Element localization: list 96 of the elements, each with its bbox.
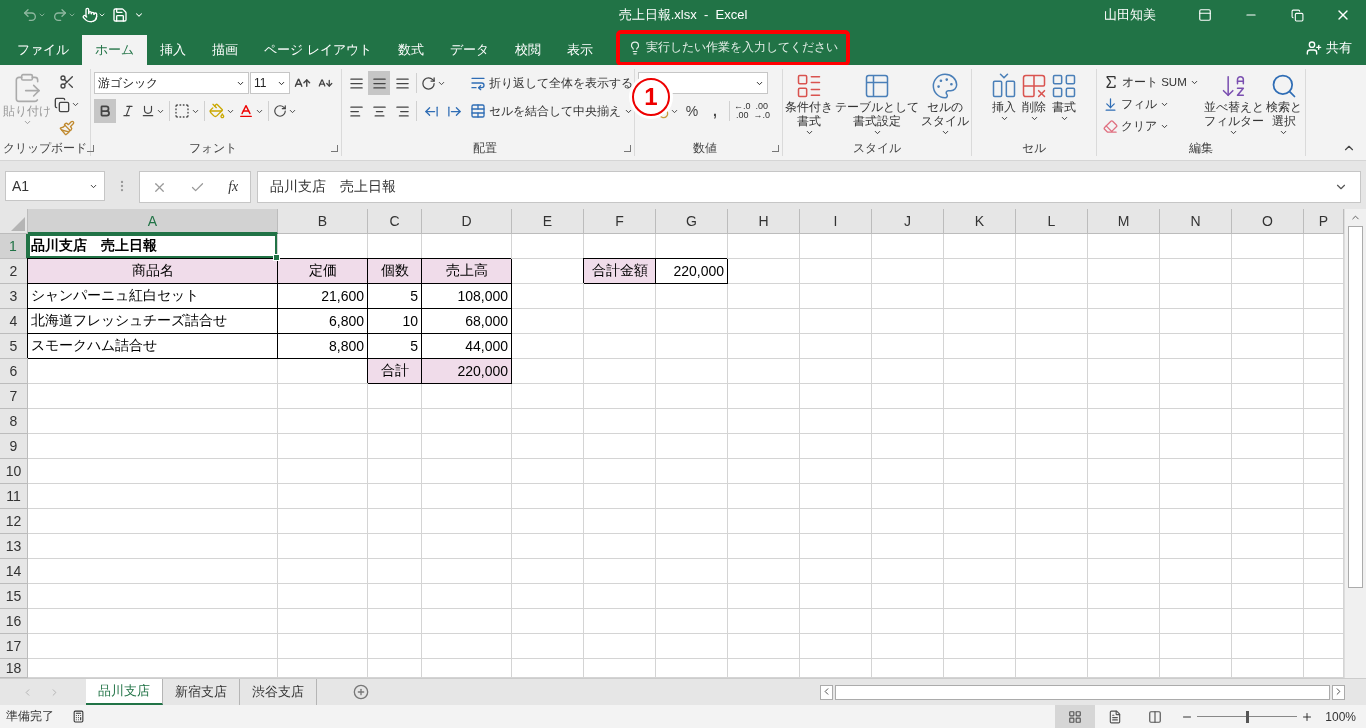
table-cell[interactable]: 5 <box>368 284 422 309</box>
row-header[interactable]: 14 <box>0 559 28 584</box>
group-label: セル <box>1021 141 1047 156</box>
formula-field[interactable]: 品川支店 売上日報 <box>257 171 1361 203</box>
ribbon-tab[interactable]: 挿入 <box>147 35 199 65</box>
table-cell[interactable]: 220,000 <box>422 359 512 384</box>
group-label: 配置 <box>471 141 498 156</box>
sort-filter-button[interactable]: 並べ替えと フィルター <box>1203 71 1264 138</box>
status-text: 準備完了 <box>6 708 54 725</box>
row-header[interactable]: 8 <box>0 409 28 434</box>
column-header[interactable]: B <box>278 209 368 234</box>
table-cell[interactable]: 10 <box>368 309 422 334</box>
column-header[interactable]: A <box>28 209 278 234</box>
header-cell[interactable]: 個数 <box>368 259 422 284</box>
table-cell[interactable]: シャンパーニュ紅白セット <box>28 284 278 309</box>
ribbon-button[interactable]: テーブルとして 書式設定 <box>835 71 919 138</box>
column-header[interactable]: L <box>1016 209 1088 234</box>
name-box[interactable]: A1 <box>5 171 105 201</box>
column-header[interactable]: E <box>512 209 584 234</box>
table-cell[interactable]: 品川支店 売上日報 <box>28 234 278 259</box>
table-cell[interactable]: スモークハム詰合せ <box>28 334 278 359</box>
comma-button[interactable]: , <box>704 99 726 123</box>
row-header[interactable]: 10 <box>0 459 28 484</box>
step-number-badge: 1 <box>632 78 670 116</box>
zoom-level: 100% <box>1325 709 1356 724</box>
group-label: 数値 <box>692 141 718 156</box>
ribbon-tab[interactable]: 校閲 <box>501 35 554 65</box>
header-cell[interactable]: 売上高 <box>422 259 512 284</box>
column-header[interactable]: C <box>368 209 422 234</box>
ribbon-tab[interactable]: 描画 <box>199 35 251 65</box>
ribbon-button[interactable]: 挿入 <box>990 71 1018 138</box>
decrease-decimal-button[interactable]: .00 →.0 <box>752 102 772 120</box>
row-header[interactable]: 13 <box>0 534 28 559</box>
column-header[interactable]: M <box>1088 209 1160 234</box>
user-name: 山田知美 <box>1104 6 1156 24</box>
group-label: 編集 <box>1188 141 1214 156</box>
group-label: フォント <box>187 141 238 156</box>
sheet-tab[interactable]: 品川支店 <box>86 679 163 705</box>
find-select-button[interactable]: 検索と 選択 <box>1265 71 1302 138</box>
row-header[interactable]: 12 <box>0 509 28 534</box>
table-cell[interactable]: 68,000 <box>422 309 512 334</box>
insert-function-button[interactable]: fx <box>228 179 239 195</box>
header-cell[interactable]: 定価 <box>278 259 368 284</box>
ribbon-tab[interactable]: ファイル <box>4 35 82 65</box>
row-header[interactable]: 9 <box>0 434 28 459</box>
header-cell[interactable]: 商品名 <box>28 259 278 284</box>
column-header[interactable]: D <box>422 209 512 234</box>
column-header[interactable]: N <box>1160 209 1232 234</box>
row-header[interactable]: 18 <box>0 659 28 678</box>
ribbon-button[interactable]: 書式 <box>1050 71 1078 138</box>
increase-decimal-button[interactable]: ←.0 .00 <box>733 102 752 120</box>
autosum-button[interactable]: オート SUM <box>1100 71 1202 94</box>
ribbon-button[interactable]: 条件付き 書式 <box>785 71 833 138</box>
row-header[interactable]: 11 <box>0 484 28 509</box>
window-title: 売上日報.xlsx - Excel <box>618 6 748 24</box>
ribbon-button[interactable]: 削除 <box>1020 71 1048 138</box>
table-cell[interactable]: 21,600 <box>278 284 368 309</box>
column-header[interactable]: J <box>872 209 944 234</box>
share-button[interactable]: 共有 <box>1300 37 1358 58</box>
table-cell[interactable]: 6,800 <box>278 309 368 334</box>
column-header[interactable]: G <box>656 209 728 234</box>
group-label: クリップボード <box>3 141 87 156</box>
column-header[interactable]: K <box>944 209 1016 234</box>
clear-button[interactable]: クリア <box>1100 115 1202 138</box>
font-name-select[interactable]: 游ゴシック <box>94 72 249 94</box>
row-header[interactable]: 6 <box>0 359 28 384</box>
row-header[interactable]: 2 <box>0 259 28 284</box>
row-header[interactable]: 15 <box>0 584 28 609</box>
row-header[interactable]: 7 <box>0 384 28 409</box>
row-header[interactable]: 3 <box>0 284 28 309</box>
header-cell[interactable]: 合計 <box>368 359 422 384</box>
table-cell[interactable]: 8,800 <box>278 334 368 359</box>
font-size-select[interactable]: 11 <box>250 72 290 94</box>
table-cell[interactable]: 220,000 <box>656 259 728 284</box>
percent-button[interactable]: % <box>681 99 703 123</box>
header-cell[interactable]: 合計金額 <box>584 259 656 284</box>
fill-button[interactable]: フィル <box>1100 93 1202 116</box>
group-label: スタイル <box>852 141 902 156</box>
ribbon-tab[interactable]: 数式 <box>384 35 437 65</box>
row-header[interactable]: 5 <box>0 334 28 359</box>
ribbon-tab[interactable]: ホーム <box>82 35 147 65</box>
column-header[interactable]: H <box>728 209 800 234</box>
row-header[interactable]: 16 <box>0 609 28 634</box>
ribbon-tab[interactable]: 表示 <box>553 35 606 65</box>
ribbon-tab[interactable]: ページ レイアウト <box>251 35 385 65</box>
row-header[interactable]: 4 <box>0 309 28 334</box>
row-header[interactable]: 1 <box>0 234 28 259</box>
column-header[interactable]: O <box>1232 209 1304 234</box>
row-header[interactable]: 17 <box>0 634 28 659</box>
column-header[interactable]: I <box>800 209 872 234</box>
table-cell[interactable]: 北海道フレッシュチーズ詰合せ <box>28 309 278 334</box>
ribbon-button[interactable]: セルの スタイル <box>921 71 969 138</box>
column-header[interactable]: F <box>584 209 656 234</box>
column-header[interactable]: P <box>1304 209 1344 234</box>
table-cell[interactable]: 108,000 <box>422 284 512 309</box>
ribbon-tab[interactable]: データ <box>436 35 502 65</box>
